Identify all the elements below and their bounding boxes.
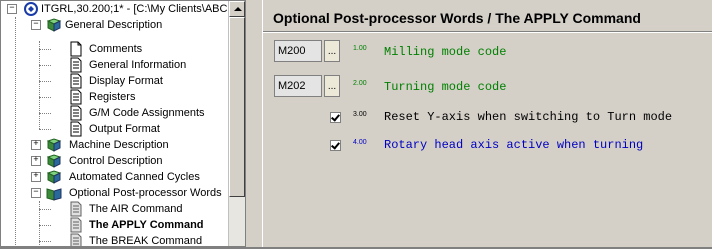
scroll-thumb[interactable] xyxy=(229,17,245,197)
tree-item-air-command[interactable]: The AIR Command xyxy=(1,201,230,217)
expand-icon[interactable]: + xyxy=(31,172,41,182)
page-text-icon xyxy=(70,57,82,73)
page-gray-icon xyxy=(70,217,82,233)
tree-item-control-description[interactable]: + Control Description xyxy=(1,153,230,169)
row-number: 4.00 xyxy=(353,139,367,146)
book-icon xyxy=(46,138,62,152)
browse-button[interactable]: ... xyxy=(324,75,340,97)
program-icon xyxy=(24,2,38,16)
tree-item-label: G/M Code Assignments xyxy=(89,107,205,119)
book-icon xyxy=(46,18,62,32)
open-book-icon xyxy=(46,187,62,201)
expand-icon[interactable]: + xyxy=(31,156,41,166)
row-description: Turning mode code xyxy=(384,80,507,94)
arrow-up-icon xyxy=(234,7,242,11)
tree-item-gm-code-assignments[interactable]: G/M Code Assignments xyxy=(1,105,230,121)
tree-item-registers[interactable]: Registers xyxy=(1,89,230,105)
tree-root-label: ITGRL,30.200;1* - [C:\My Clients\ABC xyxy=(41,3,228,15)
book-icon xyxy=(46,170,62,184)
mcode-field-milling[interactable]: M200 xyxy=(274,40,322,62)
tree-item-break-command[interactable]: The BREAK Command xyxy=(1,233,230,247)
mcode-field-turning[interactable]: M202 xyxy=(274,75,322,97)
page-gray-icon xyxy=(70,201,82,217)
tree-item-output-format[interactable]: Output Format xyxy=(1,121,230,137)
row-number: 2.00 xyxy=(353,80,367,87)
tree-item-general-description[interactable]: − General Description xyxy=(1,17,230,33)
collapse-icon[interactable]: − xyxy=(31,20,41,30)
browse-button[interactable]: ... xyxy=(324,40,340,62)
checkmark-icon xyxy=(331,140,340,150)
tree-item-label: Control Description xyxy=(69,155,163,167)
scroll-up-button[interactable] xyxy=(229,1,245,17)
splitter[interactable] xyxy=(246,0,262,249)
tree-item-label: Comments xyxy=(89,43,143,55)
tree-item-label: Registers xyxy=(89,91,136,103)
tree-item-label: Automated Canned Cycles xyxy=(69,171,200,183)
row-number: 3.00 xyxy=(353,111,367,118)
checkbox-rotary-head[interactable] xyxy=(330,140,341,151)
row-description: Rotary head axis active when turning xyxy=(384,138,644,152)
page-title: Optional Post-processor Words / The APPL… xyxy=(273,10,641,26)
tree-item-label: Optional Post-processor Words xyxy=(69,187,222,199)
tree-scrollbar[interactable] xyxy=(228,1,245,246)
tree-item-label: The APPLY Command xyxy=(89,219,204,231)
tree-item-general-information[interactable]: General Information xyxy=(1,57,230,73)
tree-item-label: Display Format xyxy=(89,75,163,87)
tree-view: − ITGRL,30.200;1* - [C:\My Clients\ABC −… xyxy=(1,1,230,247)
page-text-icon xyxy=(70,121,82,137)
page-text-icon xyxy=(70,105,82,121)
tree-item-label: Output Format xyxy=(89,123,160,135)
page-text-icon xyxy=(70,89,82,105)
detail-panel: Optional Post-processor Words / The APPL… xyxy=(262,0,712,249)
tree-item-label: Machine Description xyxy=(69,139,169,151)
book-icon xyxy=(46,154,62,168)
page-gray-icon xyxy=(70,233,82,246)
tree-item-apply-command[interactable]: The APPLY Command xyxy=(1,217,230,233)
divider xyxy=(263,31,712,33)
page-text-icon xyxy=(70,73,82,89)
tree-item-label: The BREAK Command xyxy=(89,235,203,247)
tree-item-comments[interactable]: Comments xyxy=(1,41,230,57)
tree-item-optional-post-processor-words[interactable]: − Optional Post-processor Words xyxy=(1,185,230,201)
tree-item-label: The AIR Command xyxy=(89,203,183,215)
tree-root[interactable]: − ITGRL,30.200;1* - [C:\My Clients\ABC xyxy=(1,1,230,17)
checkmark-icon xyxy=(331,112,340,122)
tree-item-machine-description[interactable]: + Machine Description xyxy=(1,137,230,153)
collapse-icon[interactable]: − xyxy=(7,4,17,14)
page-icon xyxy=(70,41,82,57)
row-number: 1.00 xyxy=(353,45,367,52)
tree-item-automated-canned-cycles[interactable]: + Automated Canned Cycles xyxy=(1,169,230,185)
tree-item-label: General Information xyxy=(89,59,187,71)
checkbox-reset-y-axis[interactable] xyxy=(330,112,341,123)
collapse-icon[interactable]: − xyxy=(31,188,41,198)
tree-item-label: General Description xyxy=(65,19,163,31)
row-description: Reset Y-axis when switching to Turn mode xyxy=(384,110,673,124)
expand-icon[interactable]: + xyxy=(31,140,41,150)
row-description: Milling mode code xyxy=(384,45,507,59)
tree-item-display-format[interactable]: Display Format xyxy=(1,73,230,89)
tree-panel: − ITGRL,30.200;1* - [C:\My Clients\ABC −… xyxy=(0,0,246,247)
